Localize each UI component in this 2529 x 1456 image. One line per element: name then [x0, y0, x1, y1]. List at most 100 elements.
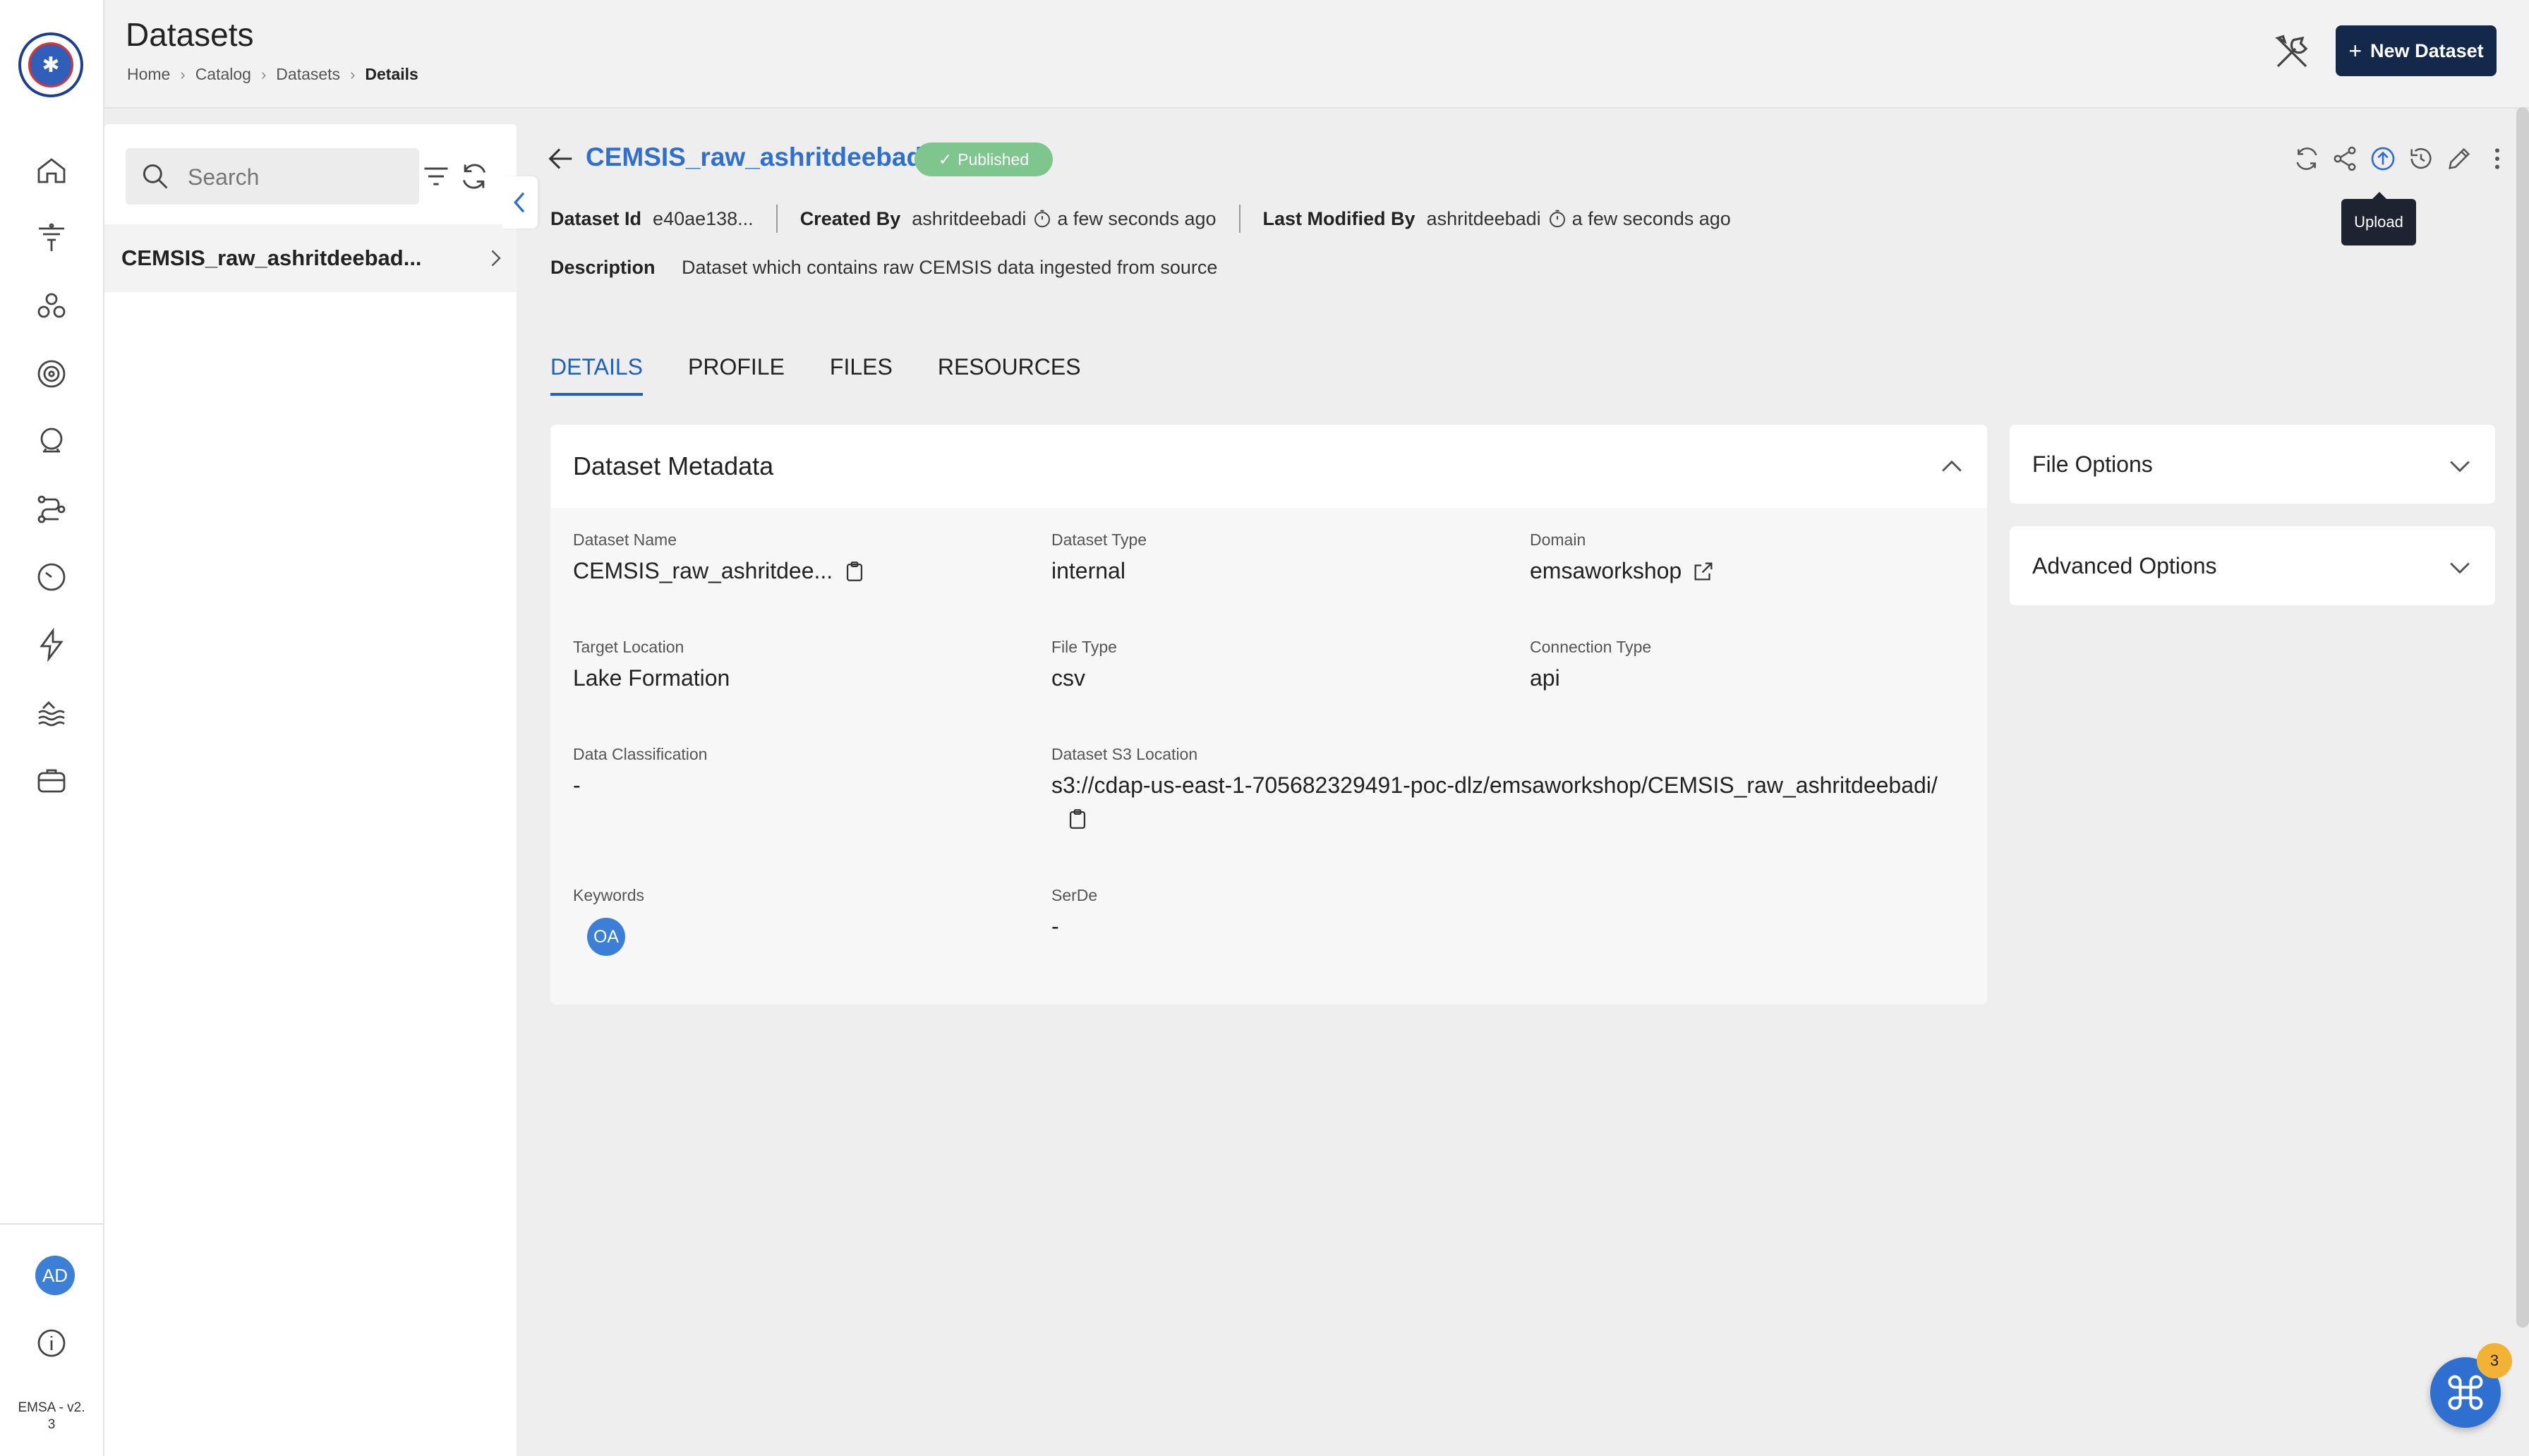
advanced-options-title: Advanced Options: [2032, 553, 2217, 578]
history-icon[interactable]: [2405, 142, 2437, 175]
chevron-up-icon[interactable]: [1936, 451, 1967, 483]
timer-icon: [1549, 210, 1565, 228]
dataset-cluster-icon[interactable]: [35, 289, 68, 323]
domain-value[interactable]: emsaworkshop: [1530, 558, 1682, 584]
last-modified-by-value: ashritdeebadi: [1426, 207, 1541, 229]
chevron-down-icon[interactable]: [2444, 450, 2475, 481]
search-icon: [143, 164, 168, 189]
new-dataset-label: New Dataset: [2370, 40, 2484, 61]
meta-divider: [775, 205, 778, 233]
field-label: SerDe: [1051, 886, 1098, 904]
tab-files[interactable]: FILES: [830, 354, 893, 396]
info-icon[interactable]: [35, 1326, 68, 1360]
field-value: emsaworkshop: [1530, 558, 1715, 584]
new-dataset-button[interactable]: + New Dataset: [2336, 25, 2497, 76]
status-badge: ✓ Published: [915, 142, 1053, 176]
clipboard-icon[interactable]: [843, 559, 867, 583]
user-avatar[interactable]: AD: [35, 1256, 75, 1295]
metadata-card-title: Dataset Metadata: [573, 451, 774, 480]
tab-details[interactable]: DETAILS: [550, 354, 643, 396]
dataset-actions: [2290, 142, 2513, 175]
clock-icon[interactable]: [35, 560, 68, 594]
field-label: Target Location: [573, 638, 684, 656]
breadcrumb-details: Details: [365, 65, 418, 83]
sync-icon[interactable]: [2290, 142, 2323, 175]
dataset-meta-row: Dataset Id e40ae138... Created By ashrit…: [550, 205, 1731, 233]
rail-divider: [0, 1223, 103, 1225]
logo-seal: ✱: [28, 42, 73, 87]
target-settings-icon[interactable]: [35, 357, 68, 391]
list-item-label: CEMSIS_raw_ashritdeebad...: [121, 245, 422, 270]
tab-profile[interactable]: PROFILE: [688, 354, 785, 396]
command-icon: [2448, 1375, 2483, 1410]
dataset-metadata-card: Dataset Metadata Dataset Name CEMSIS_raw…: [550, 425, 1987, 1005]
funnel-icon[interactable]: [35, 222, 68, 255]
field-label: Domain: [1530, 530, 1586, 549]
field-file-type: File Type csv: [1051, 638, 1117, 691]
chevron-down-icon[interactable]: [2444, 552, 2475, 583]
file-type-value: csv: [1051, 665, 1085, 691]
field-label: Connection Type: [1530, 638, 1652, 656]
breadcrumb-datasets[interactable]: Datasets: [276, 65, 340, 84]
field-value: CEMSIS_raw_ashritdee...: [573, 558, 867, 584]
dataset-list-panel: CEMSIS_raw_ashritdeebad...: [104, 124, 517, 1456]
timer-icon: [1034, 210, 1051, 228]
advanced-options-card[interactable]: Advanced Options: [2010, 526, 2495, 605]
field-label: Data Classification: [573, 745, 708, 763]
file-options-title: File Options: [2032, 451, 2153, 477]
field-dataset-name: Dataset Name CEMSIS_raw_ashritdee...: [573, 530, 867, 584]
briefcase-icon[interactable]: [35, 763, 68, 797]
breadcrumb-catalog[interactable]: Catalog: [195, 65, 251, 84]
chevron-right-icon: [491, 250, 501, 267]
dataset-name-value: CEMSIS_raw_ashritdee...: [573, 558, 833, 583]
refresh-icon[interactable]: [459, 161, 490, 192]
pipeline-icon[interactable]: [35, 492, 68, 526]
chevron-right-icon: ›: [180, 65, 186, 83]
search-input[interactable]: [186, 159, 408, 195]
upload-icon[interactable]: [2367, 142, 2399, 175]
page-header: Datasets Home › Catalog › Datasets › Det…: [104, 0, 2529, 109]
notification-badge: 3: [2477, 1343, 2512, 1378]
back-arrow-icon[interactable]: [545, 142, 577, 175]
home-icon[interactable]: [35, 154, 68, 188]
check-icon: ✓: [938, 150, 953, 169]
dataset-title: CEMSIS_raw_ashritdeebadi: [586, 142, 930, 171]
nav-rail: ✱ AD EMSA - v2. 3: [0, 0, 104, 1456]
description-label: Description: [550, 257, 656, 278]
connection-type-value: api: [1530, 665, 1560, 691]
s3-location-value: s3://cdap-us-east-1-705682329491-poc-dlz…: [1051, 772, 1938, 798]
serde-value: -: [1051, 914, 1059, 939]
created-time: a few seconds ago: [1057, 207, 1217, 229]
clipboard-icon[interactable]: [1066, 807, 1090, 831]
data-classification-value: -: [573, 772, 581, 798]
share-icon[interactable]: [2329, 142, 2361, 175]
page-scrollbar[interactable]: [2516, 107, 2529, 1328]
emsa-logo[interactable]: ✱: [18, 32, 83, 97]
more-vertical-icon[interactable]: [2481, 142, 2513, 175]
metadata-card-header[interactable]: Dataset Metadata: [550, 425, 1987, 508]
data-lake-icon[interactable]: [35, 696, 68, 729]
tools-icon[interactable]: [2271, 31, 2313, 73]
created-by-value: ashritdeebadi: [912, 207, 1027, 229]
filter-icon[interactable]: [421, 161, 452, 192]
breadcrumb-home[interactable]: Home: [127, 65, 170, 84]
list-item[interactable]: CEMSIS_raw_ashritdeebad...: [104, 224, 517, 292]
field-s3-location: Dataset S3 Location s3://cdap-us-east-1-…: [1051, 745, 1969, 835]
tab-resources[interactable]: RESOURCES: [938, 354, 1081, 396]
upload-tooltip: Upload: [2341, 192, 2416, 245]
crystal-ball-icon[interactable]: [35, 425, 68, 459]
external-link-icon[interactable]: [1691, 559, 1715, 583]
field-serde: SerDe -: [1051, 886, 1097, 940]
page-title: Datasets: [126, 16, 254, 53]
field-label: Keywords: [573, 886, 644, 904]
keyword-avatar[interactable]: OA: [587, 918, 625, 956]
field-target-location: Target Location Lake Formation: [573, 638, 730, 691]
file-options-card[interactable]: File Options: [2010, 425, 2495, 504]
description-value: Dataset which contains raw CEMSIS data i…: [682, 257, 1218, 278]
lightning-icon[interactable]: [35, 628, 68, 662]
status-badge-label: Published: [958, 150, 1030, 169]
edit-pencil-icon[interactable]: [2443, 142, 2475, 175]
collapse-panel-button[interactable]: [502, 176, 538, 229]
field-dataset-type: Dataset Type internal: [1051, 530, 1147, 584]
search-box[interactable]: [126, 148, 419, 205]
